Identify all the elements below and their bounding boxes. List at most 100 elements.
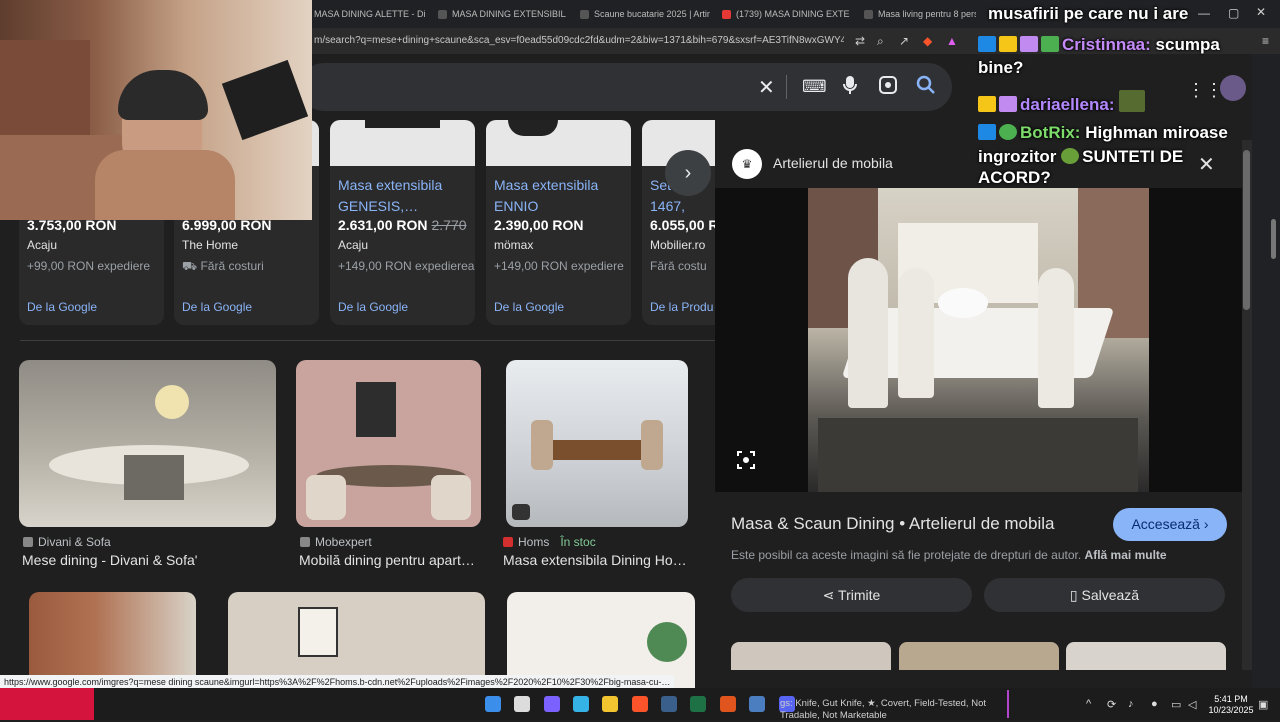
image-title[interactable]: Masa extensibila Dining Hom… [503, 552, 693, 568]
tab-label: MASA DINING ALETTE - Divan… [314, 9, 425, 19]
image-result[interactable] [507, 592, 695, 688]
save-button[interactable]: ▯ Salvează [984, 578, 1225, 612]
url-field[interactable]: m/search?q=mese+dining+scaune&sca_esv=f0… [314, 35, 844, 46]
network-icon[interactable]: ▭ [1171, 698, 1181, 711]
mic-tray-icon[interactable]: ● [1151, 698, 1158, 710]
product-source-link[interactable]: De la Google [182, 300, 252, 314]
taskbar-separator [1007, 690, 1009, 718]
image-result[interactable] [29, 592, 196, 688]
learn-more-link[interactable]: Află mai multe [1085, 548, 1167, 562]
tab-label: MASA DINING EXTENSIBILA FE… [452, 9, 566, 19]
panel-scrollbar-thumb[interactable] [1243, 150, 1250, 310]
obs-icon[interactable] [720, 696, 736, 712]
product-source-link[interactable]: De la Google [338, 300, 408, 314]
task-view-icon[interactable] [514, 696, 530, 712]
chat-text: Highman miroase [1085, 123, 1228, 142]
product-card[interactable]: Masa extensibila ENNIO 2.390,00 RON möma… [486, 120, 631, 325]
moderator-badge-icon [978, 124, 996, 140]
image-source-name: Homs [518, 535, 550, 549]
copyright-notice: Este posibil ca aceste imagini să fie pr… [731, 548, 1167, 562]
edge-icon[interactable] [573, 696, 589, 712]
excel-icon[interactable] [690, 696, 706, 712]
keyboard-icon[interactable]: ⌨ [802, 77, 827, 97]
image-result[interactable] [19, 360, 276, 527]
visit-button[interactable]: Accesează › [1113, 508, 1227, 541]
chat-text: ACORD? [978, 168, 1051, 187]
truck-icon: ⛟ [182, 259, 201, 273]
image-result[interactable] [228, 592, 485, 688]
lens-icon[interactable] [878, 75, 898, 101]
file-explorer-icon[interactable] [602, 696, 618, 712]
browser-tab[interactable]: Masa living pentru 8 perso… [864, 4, 976, 24]
product-card[interactable]: Masa extensibila GENESIS,… 2.631,00 RON 2… [330, 120, 475, 325]
notification-icon[interactable]: ▣ [1258, 698, 1268, 711]
close-icon[interactable]: ✕ [758, 75, 775, 100]
image-result[interactable] [506, 360, 688, 527]
minimize-icon[interactable]: — [1198, 6, 1210, 20]
chat-text: bine? [978, 58, 1024, 77]
chat-text: ingrozitor [978, 147, 1057, 166]
copilot-icon[interactable] [544, 696, 560, 712]
avatar[interactable] [1220, 75, 1246, 101]
brave-rewards-icon[interactable]: ▲ [946, 34, 958, 48]
translate-icon[interactable]: ⇄ [855, 34, 865, 48]
related-image[interactable] [899, 642, 1059, 670]
volume-icon[interactable]: ♪ [1128, 698, 1134, 710]
preview-image[interactable] [715, 188, 1242, 492]
product-store: Acaju [338, 238, 369, 252]
tab-label: Scaune bucatarie 2025 | Artim… [594, 9, 710, 19]
apps-icon[interactable]: ⋮⋮ [1187, 80, 1223, 101]
stream-overlay-widget [0, 688, 94, 720]
image-title[interactable]: Mese dining - Divani & Sofa' [22, 552, 277, 568]
brave-shield-icon[interactable]: ◆ [923, 34, 932, 48]
verified-badge-icon [999, 124, 1017, 140]
browser-tab[interactable]: (1739) MASA DINING EXTENSI… [722, 4, 850, 24]
brave-icon[interactable] [632, 696, 648, 712]
windows-start-icon[interactable] [485, 696, 501, 712]
product-title[interactable]: Masa extensibila ENNIO [494, 175, 626, 217]
sync-icon[interactable]: ⟳ [1107, 698, 1116, 711]
menu-icon[interactable]: ≡ [1262, 34, 1269, 48]
steam-icon[interactable] [661, 696, 677, 712]
carousel-next-button[interactable]: › [665, 150, 711, 196]
close-window-icon[interactable]: ✕ [1256, 5, 1266, 19]
emote-icon [1041, 36, 1059, 52]
speaker-icon[interactable]: ◁ [1188, 698, 1196, 711]
close-icon[interactable]: ✕ [1198, 152, 1215, 177]
mic-icon[interactable] [843, 75, 857, 101]
share-icon[interactable]: ↗ [899, 34, 909, 48]
chevron-right-icon: › [1203, 516, 1209, 532]
system-clock[interactable]: 5:41 PM 10/23/2025 [1206, 694, 1256, 716]
share-label: Trimite [838, 587, 881, 603]
product-price-value: 2.631,00 RON [338, 217, 428, 233]
search-input[interactable]: ✕ ⌨ [300, 63, 952, 111]
preview-site-name[interactable]: Artelierul de mobila [773, 155, 893, 171]
chat-username: BotRix: [1020, 123, 1081, 142]
lens-search-icon[interactable] [737, 451, 755, 474]
zoom-icon[interactable]: ⌕ [877, 34, 884, 49]
share-button[interactable]: ⋖ Trimite [731, 578, 972, 612]
page-scrollbar[interactable] [1252, 54, 1280, 688]
browser-tab[interactable]: MASA DINING EXTENSIBILA FE… [438, 4, 566, 24]
maximize-icon[interactable]: ▢ [1228, 6, 1239, 20]
image-result[interactable] [296, 360, 481, 527]
product-price: 2.631,00 RON 2.770 [338, 217, 467, 233]
product-source-link[interactable]: De la Google [494, 300, 564, 314]
related-image[interactable] [1066, 642, 1226, 670]
calculator-icon[interactable] [749, 696, 765, 712]
preview-title[interactable]: Masa & Scaun Dining • Artelierul de mobi… [731, 514, 1054, 534]
discord-notification[interactable]: gs: Knife, Gut Knife, ★, Covert, Field-T… [780, 698, 1006, 722]
related-image[interactable] [731, 642, 891, 670]
browser-tab[interactable]: MASA DINING ALETTE - Divan… [300, 4, 425, 24]
product-source-link[interactable]: De la Google [27, 300, 97, 314]
browser-tab[interactable]: Scaune bucatarie 2025 | Artim… [580, 4, 710, 24]
moderator-badge-icon [978, 36, 996, 52]
product-source-link[interactable]: De la Produ [650, 300, 715, 314]
product-title[interactable]: Masa extensibila GENESIS,… [338, 175, 470, 217]
chat-message: musafirii pe care nu i are [988, 4, 1188, 24]
emote-icon [1020, 36, 1038, 52]
product-shipping: Fără costu [650, 259, 707, 273]
chevron-up-icon[interactable]: ^ [1086, 698, 1091, 710]
image-title[interactable]: Mobilă dining pentru aparta… [299, 552, 479, 568]
search-icon[interactable] [916, 75, 936, 101]
